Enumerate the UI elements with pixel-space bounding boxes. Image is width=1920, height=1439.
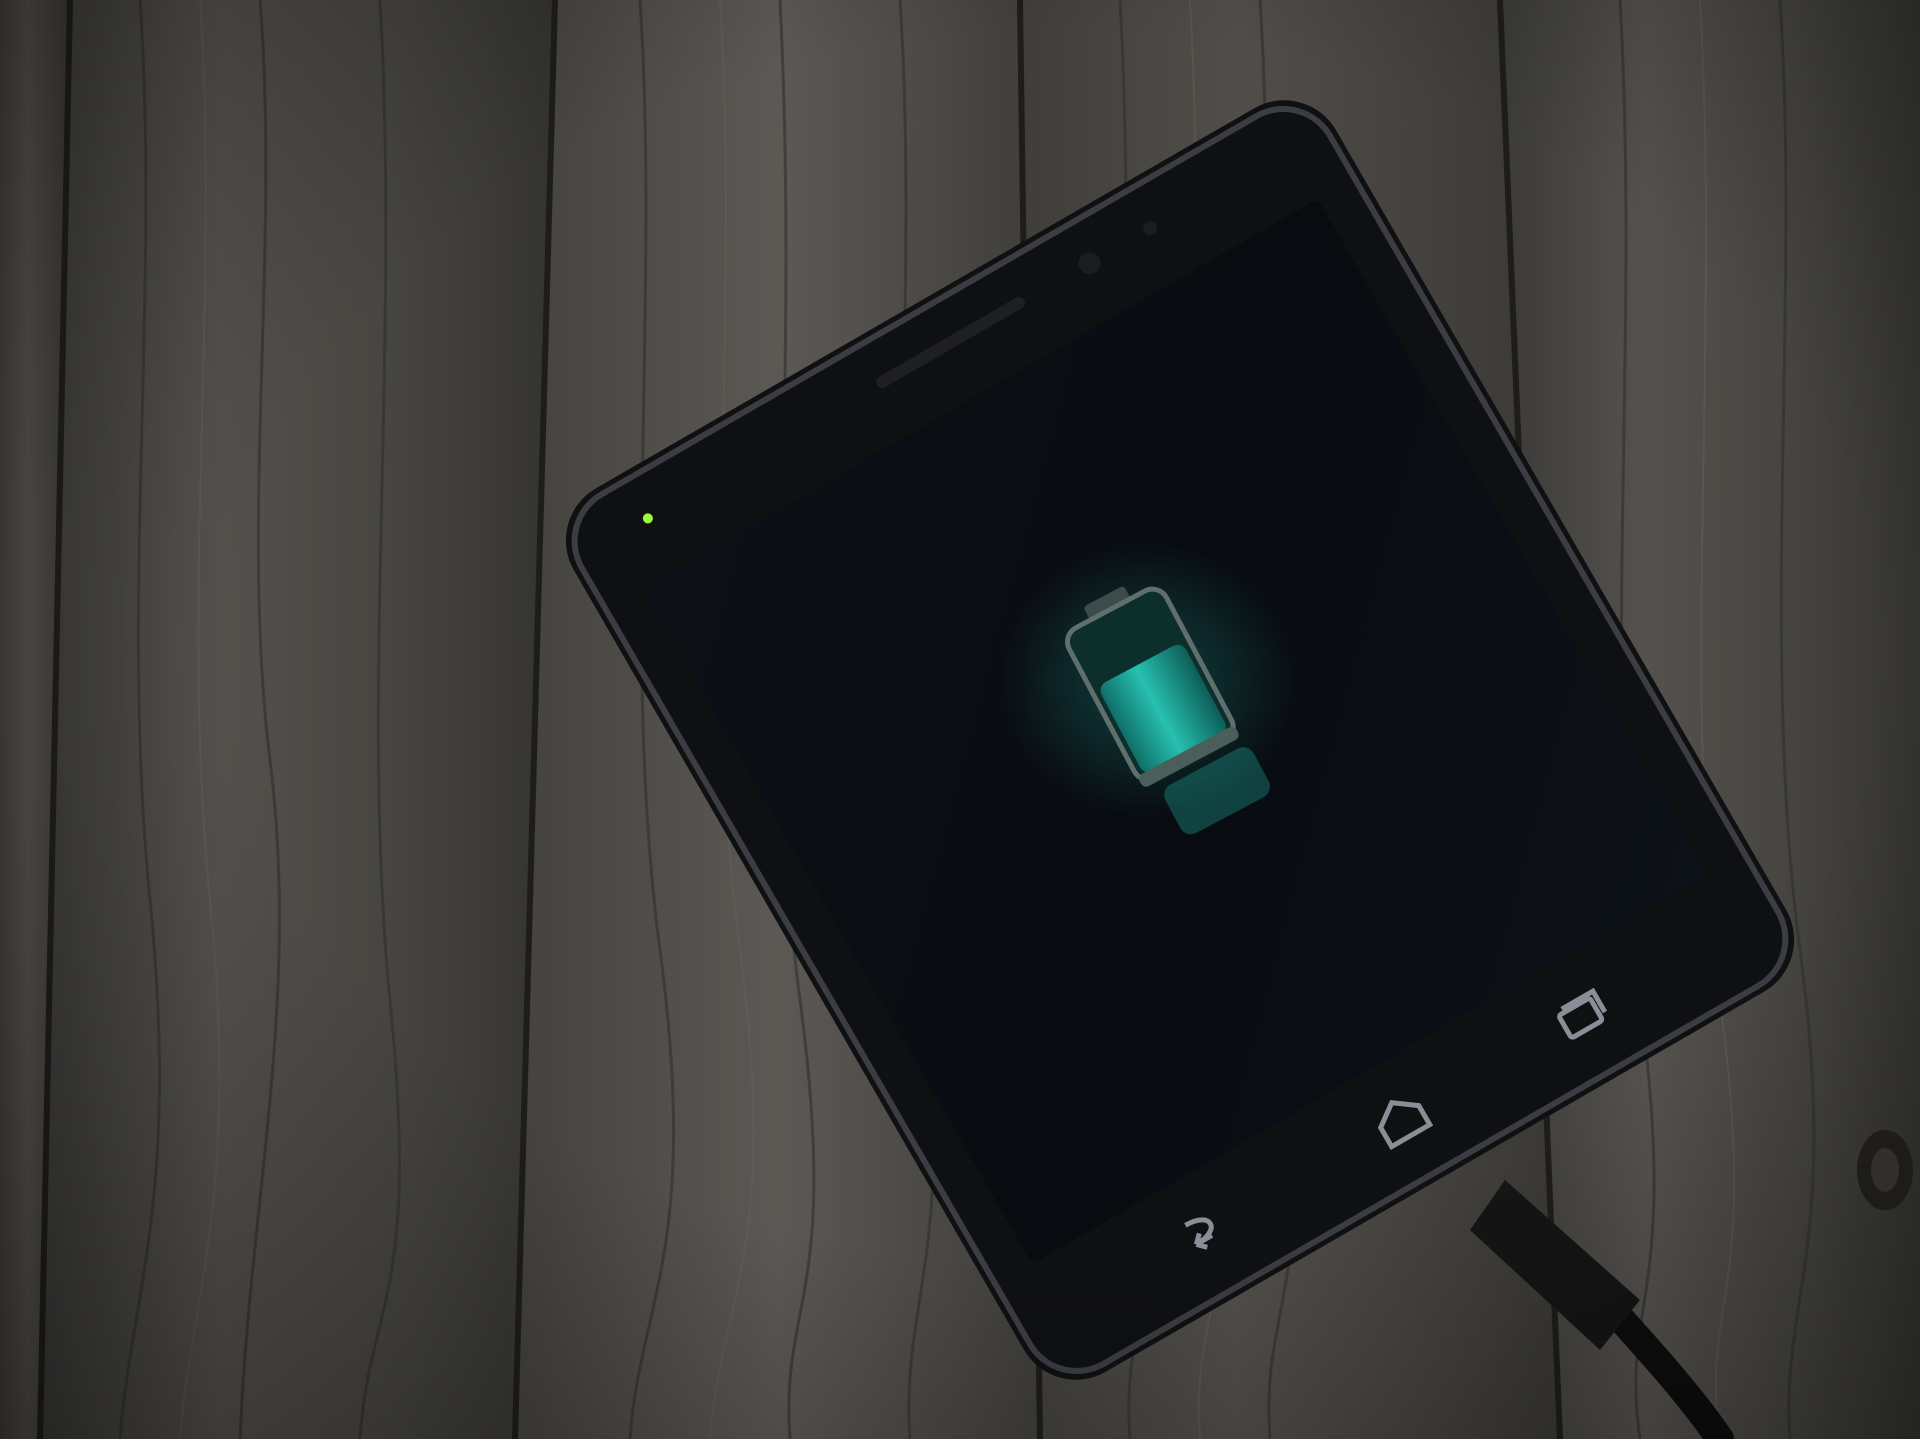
photo-scene — [0, 0, 1920, 1439]
phone-charging-photo — [0, 0, 1920, 1439]
